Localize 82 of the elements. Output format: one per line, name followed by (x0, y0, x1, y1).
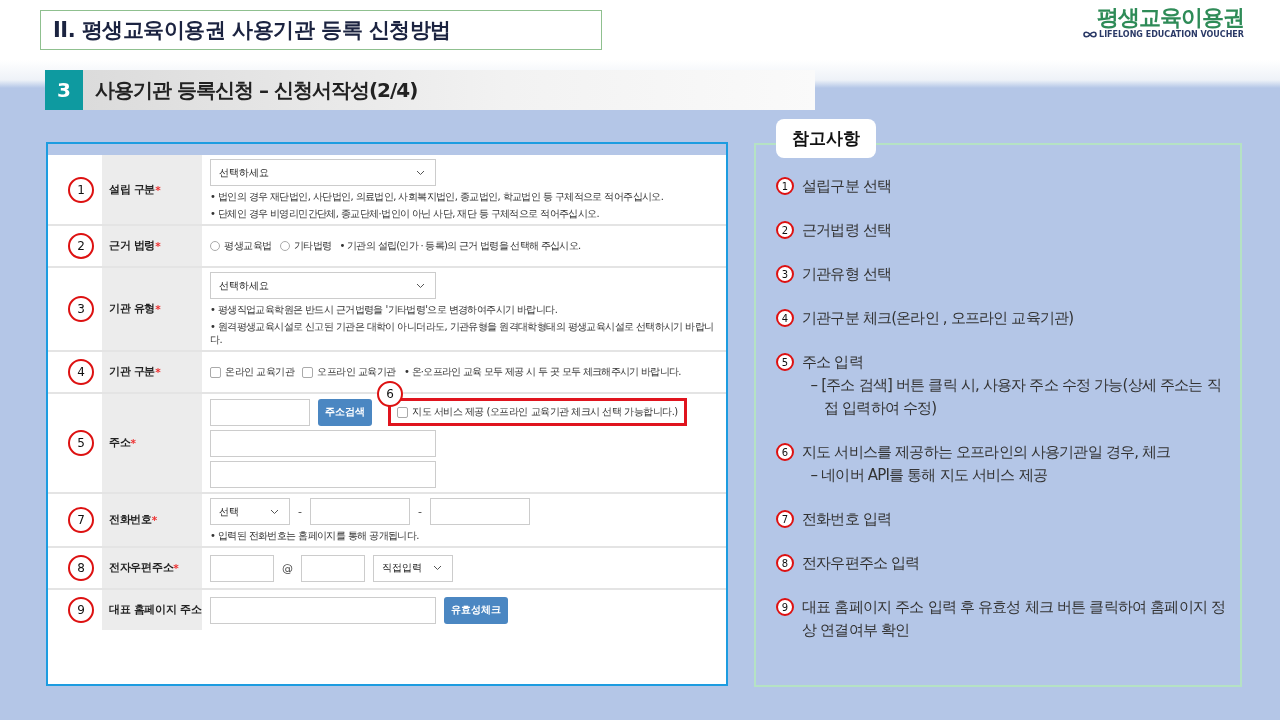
chevron-icon (416, 169, 425, 176)
step-marker: 4 (68, 359, 94, 385)
note-text: 설립구분 선택 (802, 176, 893, 197)
chevron-icon (433, 565, 442, 571)
separator-text: - (418, 505, 422, 518)
chevron-icon (416, 282, 425, 289)
infinity-icon (1083, 31, 1098, 39)
action-button[interactable]: 주소검색 (318, 398, 372, 426)
input-field[interactable] (210, 596, 436, 624)
hint-text: • 단체인 경우 비영리민간단체, 종교단체·법인이 아닌 사단, 재단 등 구체적으로 적어주십시오. (210, 207, 601, 220)
step-marker: 2 (68, 233, 94, 259)
field-label: 전자우편주소* (102, 548, 202, 588)
input-field[interactable] (210, 554, 274, 582)
action-button[interactable]: 유효성체크 (444, 596, 508, 624)
field-label: 기관 구분* (102, 352, 202, 392)
step-marker: 7 (776, 510, 794, 528)
step-marker: 7 (68, 507, 94, 533)
note-text: 지도 서비스를 제공하는 오프라인의 사용기관일 경우, 체크 (802, 442, 1172, 463)
step-marker: 6 (776, 443, 794, 461)
input-field[interactable] (210, 398, 310, 426)
step-marker: 8 (68, 555, 94, 581)
hint-text: • 온·오프라인 교육 모두 제공 시 두 곳 모두 체크해주시기 바랍니다. (403, 365, 681, 379)
step-marker: 5 (776, 353, 794, 371)
checkbox-label: 온라인 교육기관 (225, 365, 295, 379)
step-marker: 9 (776, 598, 794, 616)
dropdown[interactable]: 직접입력 (373, 554, 453, 582)
checkbox-label: 지도 서비스 제공 (오프라인 교육기관 체크시 선택 가능합니다.) (412, 405, 678, 419)
note-detail: – 네이버 API를 통해 지도 서비스 제공 (809, 465, 1048, 486)
radio-button[interactable] (279, 241, 290, 251)
step-marker: 2 (776, 221, 794, 239)
section-number: 3 (45, 70, 83, 110)
input-field[interactable] (210, 461, 436, 488)
dropdown[interactable]: 선택하세요 (210, 272, 436, 299)
step-marker: 3 (776, 265, 794, 283)
field-label: 대표 홈페이지 주소 (102, 590, 202, 630)
section-title: 사용기관 등록신청 – 신청서작성(2/4) (94, 76, 418, 104)
radio-label: 평생교육법 (224, 239, 272, 253)
field-label: 근거 법령* (102, 226, 202, 266)
hint-text: • 법인의 경우 재단법인, 사단법인, 의료법인, 사회복지법인, 종교법인, 학교법인 등 구체적으로 적어주십시오. (210, 190, 665, 203)
step-marker: 1 (68, 176, 94, 203)
field-label: 전화번호* (102, 494, 202, 546)
note-text: 기관구분 체크(온라인 , 오프라인 교육기관) (802, 308, 1075, 329)
logo-tagline: LIFELONG EDUCATION VOUCHER (1099, 30, 1244, 40)
note-text: 기관유형 선택 (802, 264, 893, 285)
input-field[interactable] (429, 498, 530, 525)
field-label: 설립 구분* (102, 155, 202, 224)
input-field[interactable] (210, 430, 436, 457)
note-text: 근거법령 선택 (802, 220, 893, 241)
note-detail: – [주소 검색] 버튼 클릭 시, 사용자 주소 수정 가능(상세 주소는 직접 입력하여 수정) (809, 375, 1222, 419)
slide-title: II. 평생교육이용권 사용기관 등록 신청방법 (40, 10, 602, 50)
hint-text: • 입력된 전화번호는 홈페이지를 통해 공개됩니다. (210, 529, 420, 542)
checkbox[interactable] (210, 366, 221, 378)
separator-text: - (298, 505, 302, 518)
step-marker: 3 (68, 296, 94, 322)
checkbox[interactable] (397, 406, 408, 418)
field-label: 주소* (102, 394, 202, 492)
hint-text: • 평생직업교육학원은 반드시 근거법령을 '기타법령'으로 변경하여주시기 바랍니다. (210, 303, 559, 316)
radio-label: 기타법령 (293, 239, 332, 253)
checkbox[interactable] (302, 366, 314, 378)
hint-text: • 기관의 설립(인가 · 등록)의 근거 법령을 선택해 주십시오. (339, 239, 581, 253)
input-field[interactable] (310, 498, 410, 525)
logo-text: 평생교육이용권 (1097, 6, 1244, 30)
step-marker: 1 (776, 177, 794, 195)
note-text: 전화번호 입력 (802, 509, 893, 530)
dropdown[interactable]: 선택하세요 (210, 159, 436, 186)
note-text: 주소 입력 (802, 352, 864, 373)
step-marker: 6 (377, 381, 403, 407)
note-text: 대표 홈페이지 주소 입력 후 유효성 체크 버튼 클릭하여 홈페이지 정상 연결여부 확인 (802, 597, 1227, 641)
note-text: 전자우편주소 입력 (802, 553, 921, 574)
step-marker: 4 (776, 309, 794, 327)
field-label: 기관 유형* (102, 268, 202, 350)
chevron-icon (270, 508, 279, 515)
step-marker: 8 (776, 554, 794, 572)
step-marker: 5 (68, 430, 94, 456)
step-marker: 9 (68, 597, 94, 623)
notes-title: 참고사항 (776, 119, 876, 158)
radio-button[interactable] (210, 241, 220, 251)
checkbox-label: 오프라인 교육기관 (317, 365, 396, 379)
separator-text: @ (282, 561, 293, 575)
hint-text: • 원격평생교육시설로 신고된 기관은 대학이 아니더라도, 기관유형을 원격대학형태의 평생교육시설로 선택하시기 바랍니다. (210, 320, 715, 346)
dropdown[interactable]: 선택 (210, 498, 290, 525)
input-field[interactable] (301, 554, 365, 582)
